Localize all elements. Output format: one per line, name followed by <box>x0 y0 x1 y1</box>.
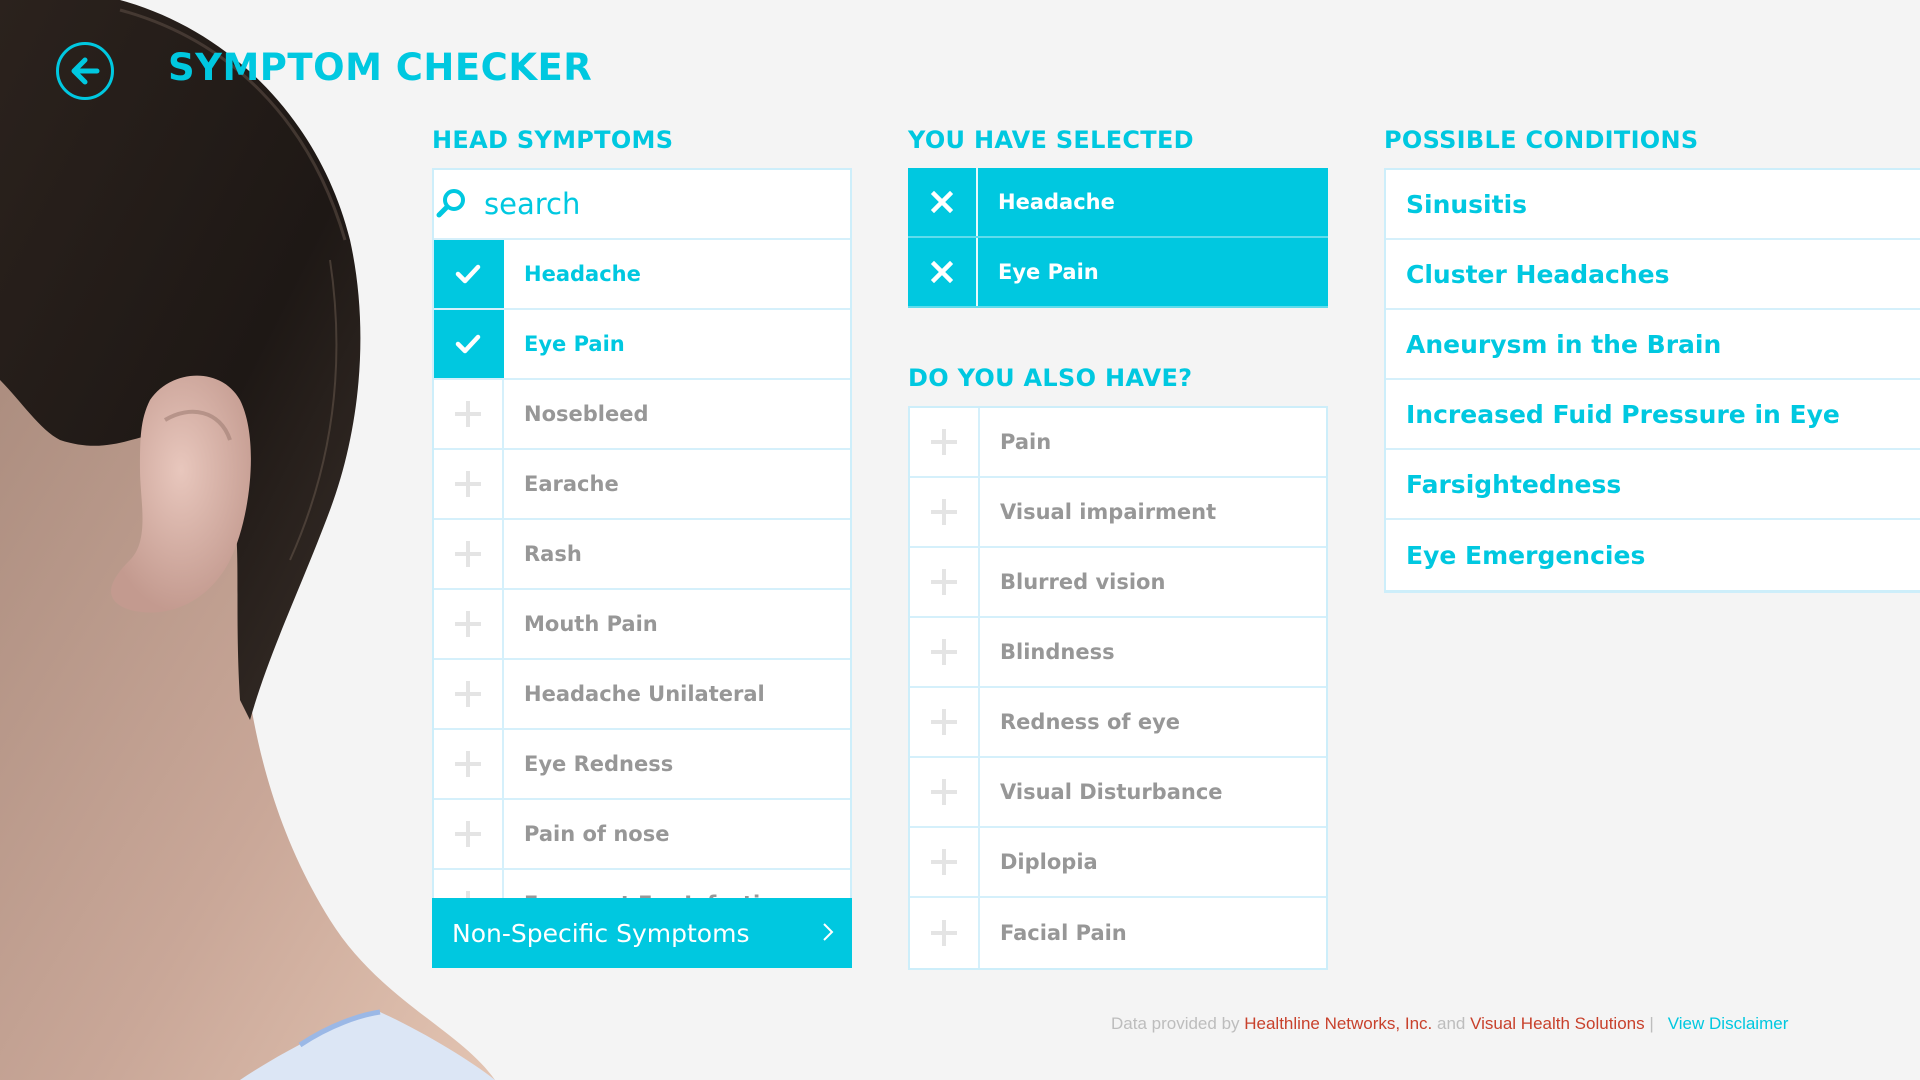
also-have-item[interactable]: Blindness <box>910 618 1326 688</box>
also-have-header: DO YOU ALSO HAVE? <box>908 364 1193 392</box>
head-symptoms-header: HEAD SYMPTOMS <box>432 126 674 154</box>
plus-icon <box>910 758 980 826</box>
plus-icon <box>910 618 980 686</box>
also-have-list: Pain Visual impairment Blurred vision Blind… <box>908 406 1328 970</box>
condition-item[interactable]: Aneurysm in the Brain <box>1386 310 1920 380</box>
search-input[interactable] <box>468 187 850 221</box>
plus-icon <box>434 380 504 448</box>
plus-icon <box>434 450 504 518</box>
selected-symptom-label: Headache <box>998 190 1115 214</box>
head-symptom-item[interactable]: Mouth Pain <box>434 590 850 660</box>
footer-joiner: and <box>1432 1014 1471 1033</box>
head-symptom-item[interactable]: Headache Unilateral <box>434 660 850 730</box>
search-icon <box>434 187 468 221</box>
head-symptom-item[interactable]: Frequent Ear Infections <box>434 870 850 898</box>
also-have-item[interactable]: Visual Disturbance <box>910 758 1326 828</box>
visual-health-link[interactable]: Visual Health Solutions <box>1470 1014 1645 1033</box>
also-have-item[interactable]: Pain <box>910 408 1326 478</box>
also-have-label: Blindness <box>1000 640 1115 664</box>
also-have-label: Blurred vision <box>1000 570 1166 594</box>
also-have-label: Diplopia <box>1000 850 1098 874</box>
plus-icon <box>910 688 980 756</box>
head-symptom-label: Rash <box>524 542 582 566</box>
footer-prefix: Data provided by <box>1111 1014 1245 1033</box>
remove-x-icon[interactable] <box>908 168 978 236</box>
head-symptom-label: Eye Pain <box>524 332 625 356</box>
head-symptom-item[interactable]: Earache <box>434 450 850 520</box>
selected-header: YOU HAVE SELECTED <box>908 126 1194 154</box>
arrow-left-icon <box>71 57 100 85</box>
plus-icon <box>910 408 980 476</box>
possible-conditions-list: Sinusitis Cluster Headaches Aneurysm in th… <box>1384 168 1920 593</box>
plus-icon <box>910 548 980 616</box>
condition-item[interactable]: Cluster Headaches <box>1386 240 1920 310</box>
footer: Data provided by Healthline Networks, In… <box>1111 1014 1788 1034</box>
plus-icon <box>434 730 504 798</box>
head-symptom-label: Mouth Pain <box>524 612 658 636</box>
selected-symptom-label: Eye Pain <box>998 260 1099 284</box>
also-have-item[interactable]: Blurred vision <box>910 548 1326 618</box>
also-have-label: Visual Disturbance <box>1000 780 1223 804</box>
plus-icon <box>910 478 980 546</box>
condition-item[interactable]: Eye Emergencies <box>1386 520 1920 590</box>
selected-symptoms-list: Headache Eye Pain <box>908 168 1328 308</box>
search-row <box>434 170 850 240</box>
remove-x-icon[interactable] <box>908 238 978 306</box>
conditions-header: POSSIBLE CONDITIONS <box>1384 126 1699 154</box>
also-have-label: Facial Pain <box>1000 921 1127 945</box>
back-button[interactable] <box>56 42 114 100</box>
head-symptom-label: Frequent Ear Infections <box>504 870 850 898</box>
non-specific-symptoms-button[interactable]: Non-Specific Symptoms <box>432 898 852 968</box>
also-have-label: Visual impairment <box>1000 500 1217 524</box>
head-symptom-item[interactable]: Headache <box>434 240 850 310</box>
footer-separator: | <box>1644 1014 1654 1033</box>
also-have-item[interactable]: Diplopia <box>910 828 1326 898</box>
head-symptom-label: Eye Redness <box>524 752 674 776</box>
selected-symptom-item: Eye Pain <box>908 238 1328 308</box>
healthline-link[interactable]: Healthline Networks, Inc. <box>1244 1014 1432 1033</box>
also-have-label: Pain <box>1000 430 1052 454</box>
plus-icon <box>434 800 504 868</box>
condition-item[interactable]: Farsightedness <box>1386 450 1920 520</box>
head-symptoms-list[interactable]: Headache Eye Pain Nosebleed Earache Rash Mout… <box>432 168 852 900</box>
plus-icon <box>434 590 504 658</box>
head-symptom-label: Headache Unilateral <box>524 682 765 706</box>
head-symptom-label: Nosebleed <box>524 402 649 426</box>
view-disclaimer-link[interactable]: View Disclaimer <box>1668 1014 1789 1033</box>
condition-item[interactable]: Sinusitis <box>1386 170 1920 240</box>
head-symptom-item[interactable]: Nosebleed <box>434 380 850 450</box>
page-title: SYMPTOM CHECKER <box>168 46 593 89</box>
plus-icon <box>434 870 504 898</box>
checkmark-icon <box>434 310 504 378</box>
condition-item[interactable]: Increased Fuid Pressure in Eye <box>1386 380 1920 450</box>
head-symptom-item[interactable]: Rash <box>434 520 850 590</box>
chevron-right-icon <box>823 923 834 941</box>
also-have-item[interactable]: Redness of eye <box>910 688 1326 758</box>
plus-icon <box>910 898 980 968</box>
head-symptom-label: Pain of nose <box>524 822 670 846</box>
plus-icon <box>434 520 504 588</box>
plus-icon <box>910 828 980 896</box>
selected-symptom-item: Headache <box>908 168 1328 238</box>
head-symptom-item[interactable]: Eye Redness <box>434 730 850 800</box>
also-have-item[interactable]: Visual impairment <box>910 478 1326 548</box>
head-symptom-item[interactable]: Pain of nose <box>434 800 850 870</box>
head-symptom-label: Headache <box>524 262 641 286</box>
plus-icon <box>434 660 504 728</box>
checkmark-icon <box>434 240 504 308</box>
head-symptom-label: Earache <box>524 472 619 496</box>
non-specific-symptoms-label: Non-Specific Symptoms <box>452 918 750 948</box>
head-symptom-item[interactable]: Eye Pain <box>434 310 850 380</box>
also-have-label: Redness of eye <box>1000 710 1180 734</box>
also-have-item[interactable]: Facial Pain <box>910 898 1326 968</box>
